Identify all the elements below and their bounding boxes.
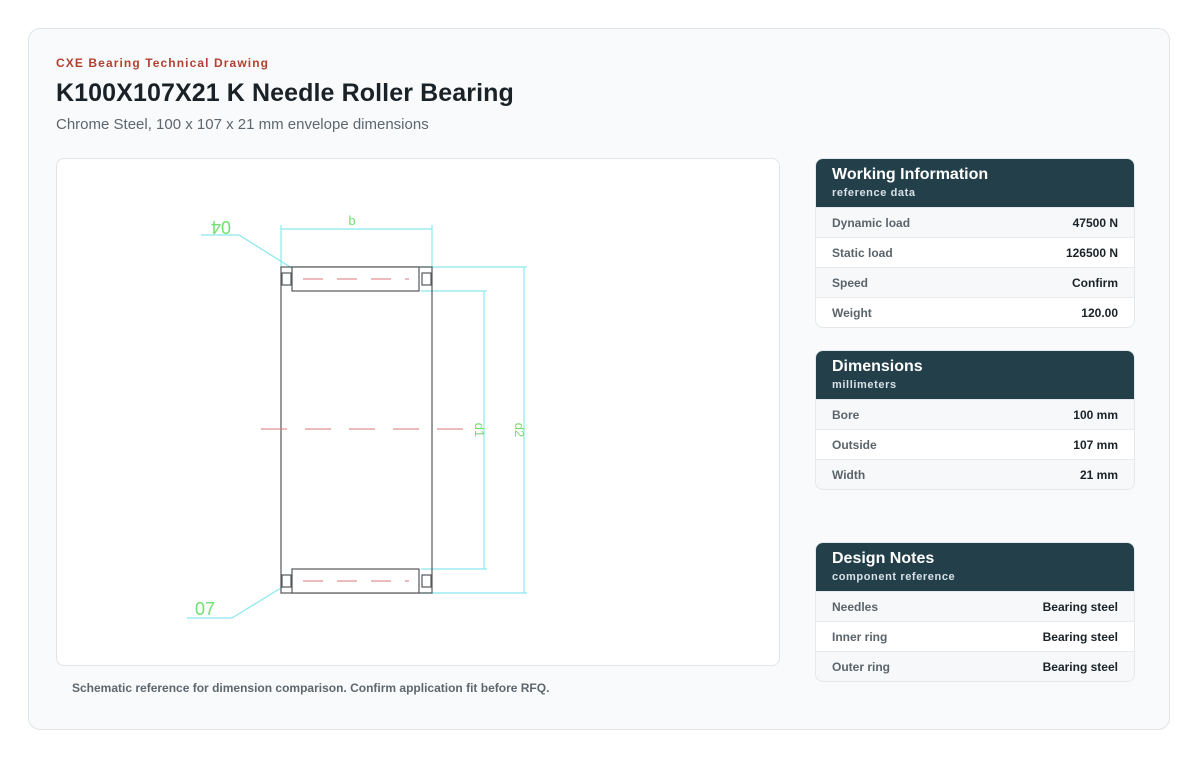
row-value: 107 mm (1073, 437, 1118, 452)
row-label: Static load (832, 245, 893, 260)
table-row: Dynamic load 47500 N (816, 207, 1134, 237)
bearing-outline (280, 266, 433, 594)
panel-header: Dimensions millimeters (816, 351, 1134, 399)
table-row: Outer ring Bearing steel (816, 651, 1134, 681)
table-row: Outside 107 mm (816, 429, 1134, 459)
design-notes-panel: Design Notes component reference Needles… (815, 542, 1135, 682)
page-title: K100X107X21 K Needle Roller Bearing (56, 79, 514, 107)
row-label: Dynamic load (832, 215, 911, 230)
row-value: 100 mm (1073, 407, 1118, 422)
row-value: 126500 N (1065, 245, 1118, 260)
top-callout-label: 04 (211, 217, 231, 237)
table-row: Bore 100 mm (816, 399, 1134, 429)
panel-subtitle: component reference (832, 571, 956, 583)
panel-header: Design Notes component reference (816, 543, 1134, 591)
row-label: Needles (832, 599, 879, 614)
width-label: b (348, 213, 355, 228)
row-value: 47500 N (1072, 215, 1118, 230)
panel-subtitle: millimeters (832, 379, 897, 391)
dimensions-panel: Dimensions millimeters Bore 100 mm Outsi… (815, 350, 1135, 490)
working-information-panel: Working Information reference data Dynam… (815, 158, 1135, 328)
table-row: Inner ring Bearing steel (816, 621, 1134, 651)
drawing-caption: Schematic reference for dimension compar… (72, 681, 550, 695)
outer-diameter-label: d2 (512, 423, 527, 437)
product-card: CXE Bearing Technical Drawing K100X107X2… (28, 28, 1170, 730)
table-row: Static load 126500 N (816, 237, 1134, 267)
row-label: Inner ring (832, 629, 888, 644)
bearing-drawing: b d1 d2 04 07 (187, 213, 527, 619)
row-label: Weight (832, 305, 872, 320)
row-value: Bearing steel (1042, 659, 1118, 674)
panel-title: Design Notes (832, 550, 935, 567)
panel-header: Working Information reference data (816, 159, 1134, 207)
row-label: Outside (832, 437, 877, 452)
bottom-callout-label: 07 (195, 599, 215, 619)
centerlines (261, 278, 477, 582)
table-row: Width 21 mm (816, 459, 1134, 489)
panel-subtitle: reference data (832, 187, 916, 199)
row-value: Bearing steel (1042, 629, 1118, 644)
table-row: Needles Bearing steel (816, 591, 1134, 621)
row-value: Confirm (1072, 275, 1118, 290)
row-label: Bore (832, 407, 860, 422)
row-value: 120.00 (1081, 305, 1118, 320)
page-subtitle: Chrome Steel, 100 x 107 x 21 mm envelope… (56, 116, 429, 133)
inner-diameter-label: d1 (472, 423, 487, 437)
panel-title: Working Information (832, 166, 989, 183)
table-row: Weight 120.00 (816, 297, 1134, 327)
row-label: Speed (832, 275, 869, 290)
panel-title: Dimensions (832, 358, 923, 375)
row-value: 21 mm (1079, 467, 1118, 482)
table-row: Speed Confirm (816, 267, 1134, 297)
eyebrow-label: CXE Bearing Technical Drawing (56, 56, 270, 70)
technical-drawing-panel: b d1 d2 04 07 (56, 158, 780, 666)
row-value: Bearing steel (1042, 599, 1118, 614)
row-label: Width (832, 467, 866, 482)
row-label: Outer ring (832, 659, 891, 674)
